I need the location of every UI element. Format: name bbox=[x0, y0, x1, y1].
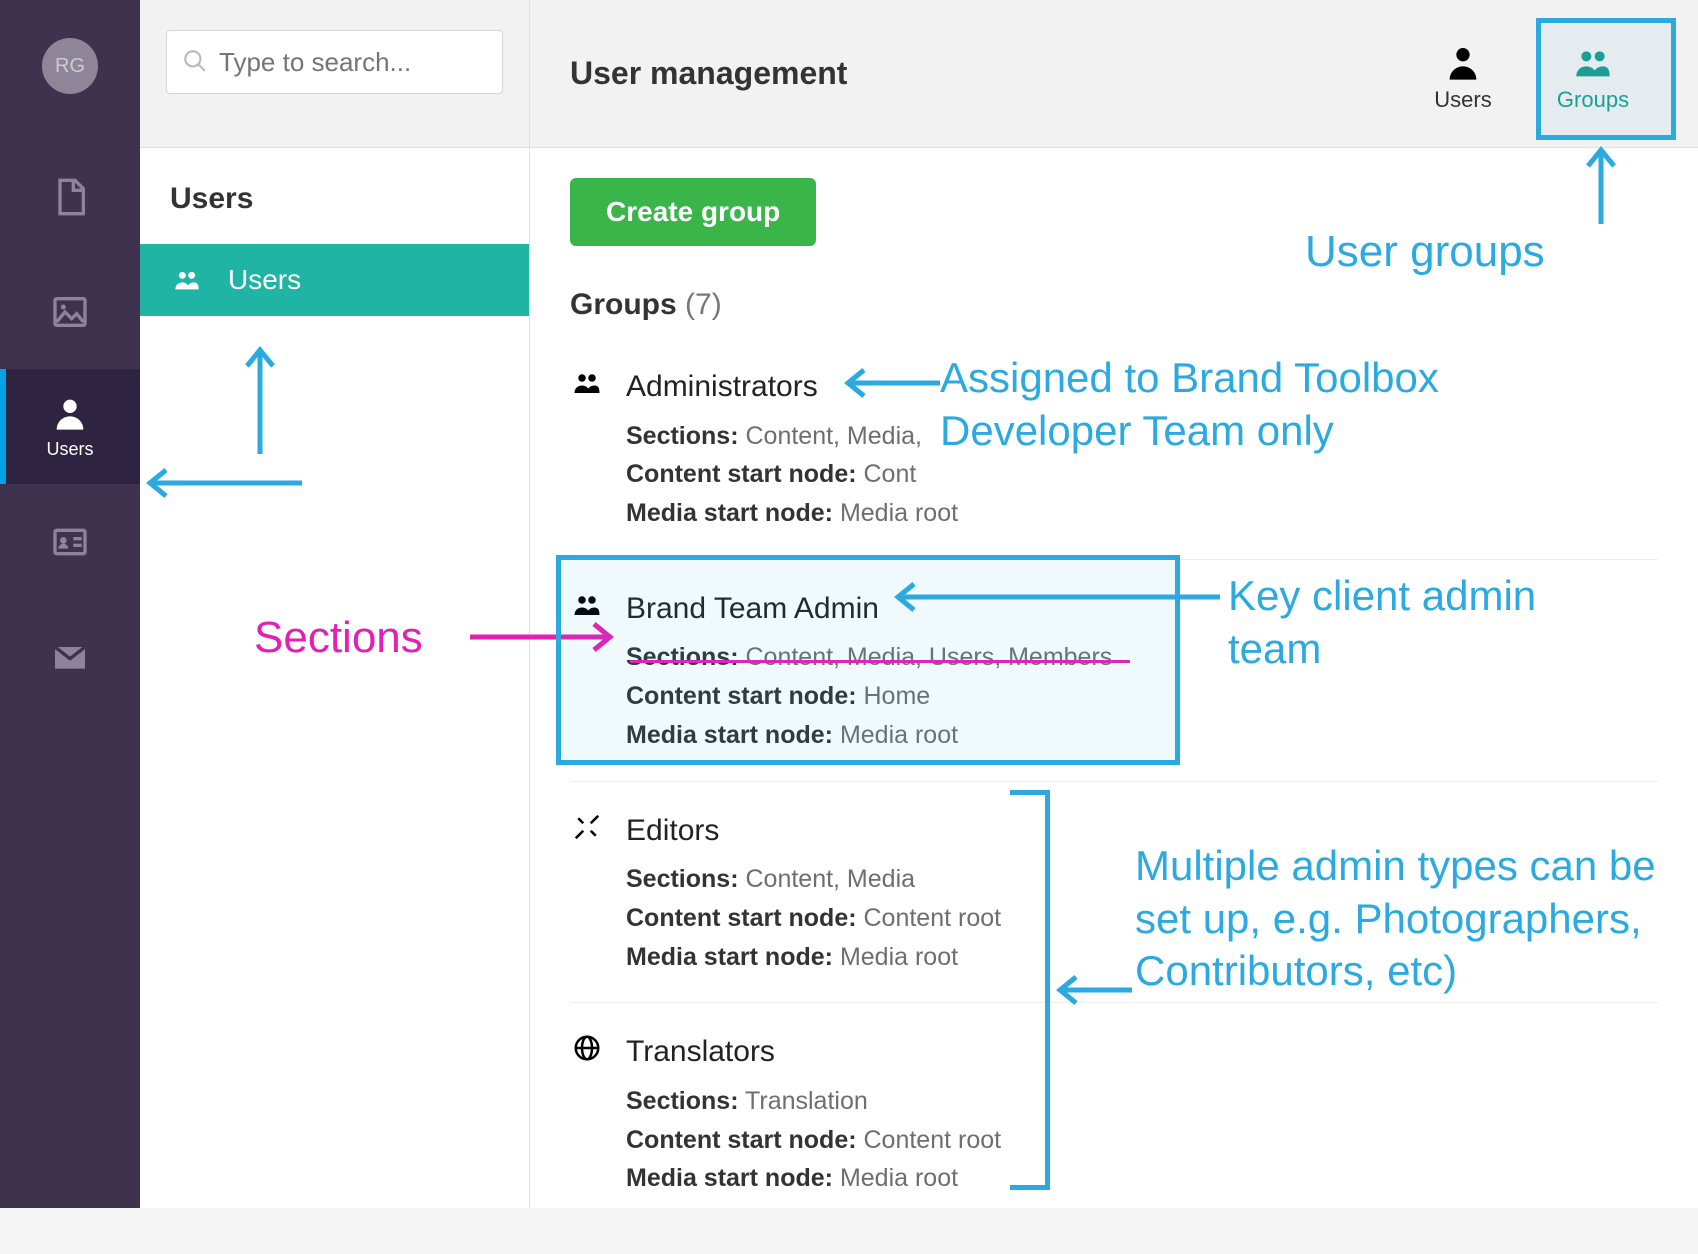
main-panel: User management Users Groups Create grou… bbox=[530, 0, 1698, 1208]
tools-icon bbox=[570, 812, 604, 842]
tab-users[interactable]: Users bbox=[1398, 25, 1528, 123]
user-icon bbox=[1441, 43, 1485, 83]
nav-rail: RG Users bbox=[0, 0, 140, 1208]
group-row-editors[interactable]: Editors Sections: Content, Media Content… bbox=[570, 782, 1658, 1004]
annotation-bracket bbox=[1010, 790, 1050, 1190]
tab-group: Users Groups bbox=[1398, 25, 1658, 123]
id-card-icon bbox=[50, 522, 90, 562]
avatar[interactable]: RG bbox=[42, 38, 98, 94]
group-name: Editors bbox=[626, 808, 1001, 855]
group-icon bbox=[1571, 43, 1615, 83]
document-icon bbox=[50, 177, 90, 217]
nav-media[interactable] bbox=[0, 254, 140, 369]
tab-groups-label: Groups bbox=[1557, 87, 1629, 113]
search-input[interactable] bbox=[166, 30, 503, 94]
search-wrap bbox=[140, 0, 529, 148]
tab-groups[interactable]: Groups bbox=[1528, 25, 1658, 123]
groups-heading-label: Groups bbox=[570, 288, 677, 321]
nav-messages[interactable] bbox=[0, 599, 140, 714]
nav-content[interactable] bbox=[0, 139, 140, 254]
create-group-button[interactable]: Create group bbox=[570, 178, 816, 246]
nav-members[interactable] bbox=[0, 484, 140, 599]
tree-panel: Users Users bbox=[140, 0, 530, 1208]
group-icon bbox=[170, 266, 204, 294]
group-row-translators[interactable]: Translators Sections: Translation Conten… bbox=[570, 1003, 1658, 1224]
avatar-initials: RG bbox=[55, 55, 85, 78]
globe-icon bbox=[570, 1033, 604, 1063]
nav-users-label: Users bbox=[46, 439, 93, 460]
group-row-brand-team-admin[interactable]: Brand Team Admin Sections: Content, Medi… bbox=[570, 560, 1658, 782]
tree-item-users-label: Users bbox=[228, 264, 301, 296]
user-icon bbox=[50, 393, 90, 433]
group-icon bbox=[570, 368, 604, 398]
group-name: Administrators bbox=[626, 364, 958, 411]
group-name: Translators bbox=[626, 1029, 1001, 1076]
groups-heading: Groups (7) bbox=[570, 288, 1658, 322]
group-row-administrators[interactable]: Administrators Sections: Content, Media,… bbox=[570, 338, 1658, 560]
envelope-icon bbox=[50, 637, 90, 677]
group-name: Brand Team Admin bbox=[626, 586, 1112, 633]
tree-item-users[interactable]: Users bbox=[140, 244, 529, 316]
search-icon bbox=[182, 48, 208, 74]
nav-users[interactable]: Users bbox=[0, 369, 140, 484]
group-icon bbox=[570, 590, 604, 620]
main-header: User management Users Groups bbox=[530, 0, 1698, 148]
tab-users-label: Users bbox=[1434, 87, 1491, 113]
main-body: Create group Groups (7) Administrators S… bbox=[530, 148, 1698, 1254]
groups-count: (7) bbox=[685, 288, 722, 321]
page-title: User management bbox=[570, 55, 847, 92]
image-icon bbox=[50, 292, 90, 332]
tree-title: Users bbox=[140, 148, 529, 244]
annotation-underline bbox=[630, 660, 1130, 663]
